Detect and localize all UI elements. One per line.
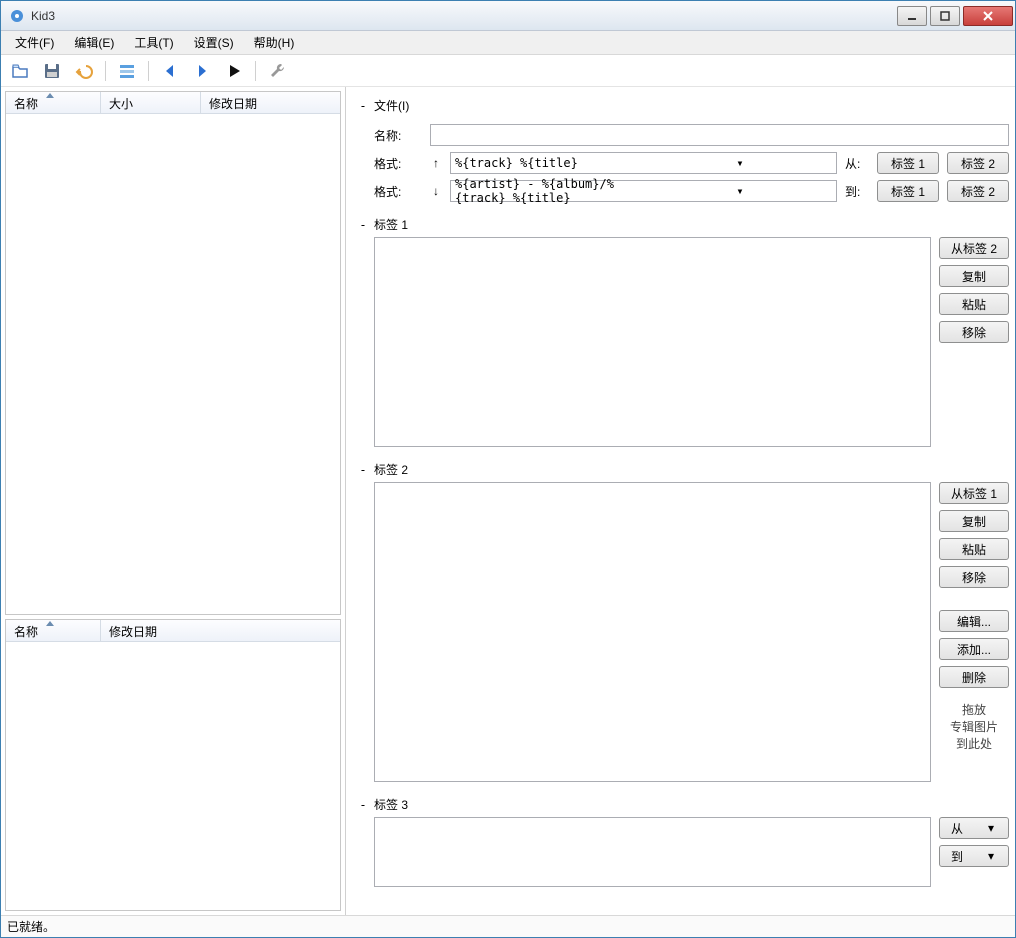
tag2-delete-button[interactable]: 删除 <box>939 666 1009 688</box>
menu-help[interactable]: 帮助(H) <box>244 31 305 54</box>
tag2-section-header[interactable]: -标签 2 <box>358 457 1009 482</box>
col-name[interactable]: 名称 <box>6 92 101 113</box>
menu-settings[interactable]: 设置(S) <box>184 31 244 54</box>
name-label: 名称: <box>374 127 422 144</box>
collapse-icon: - <box>358 218 368 232</box>
app-icon <box>9 8 25 24</box>
tag3-section: -标签 3 从▾ 到▾ <box>358 792 1009 887</box>
format-from-combo[interactable]: %{track} %{title}▾ <box>450 152 837 174</box>
menu-edit[interactable]: 编辑(E) <box>64 31 124 54</box>
menubar: 文件(F) 编辑(E) 工具(T) 设置(S) 帮助(H) <box>1 31 1015 55</box>
titlebar: Kid3 <box>1 1 1015 31</box>
toolbar <box>1 55 1015 87</box>
tag1-section-header[interactable]: -标签 1 <box>358 212 1009 237</box>
tag1-remove-button[interactable]: 移除 <box>939 321 1009 343</box>
col-name[interactable]: 名称 <box>6 620 101 641</box>
tag2-list[interactable] <box>374 482 931 782</box>
name-input[interactable] <box>430 124 1009 146</box>
close-button[interactable] <box>963 6 1013 26</box>
menu-tools[interactable]: 工具(T) <box>124 31 183 54</box>
tag1-list[interactable] <box>374 237 931 447</box>
window-title: Kid3 <box>31 9 894 23</box>
file-table: 名称 大小 修改日期 <box>5 91 341 615</box>
tag2-add-button[interactable]: 添加... <box>939 638 1009 660</box>
right-panel: -文件(I) 名称: 格式: ↑ %{track} %{title}▾ 从: 标… <box>346 87 1015 915</box>
col-date[interactable]: 修改日期 <box>101 620 340 641</box>
toolbar-separator <box>148 61 149 81</box>
list-icon[interactable] <box>114 58 140 84</box>
chevron-down-icon[interactable]: ▾ <box>643 156 836 170</box>
tag1-section: -标签 1 从标签 2 复制 粘贴 移除 <box>358 212 1009 447</box>
from-tag1-button[interactable]: 标签 1 <box>877 152 939 174</box>
app-window: Kid3 文件(F) 编辑(E) 工具(T) 设置(S) 帮助(H) 名称 <box>0 0 1016 938</box>
wrench-icon[interactable] <box>264 58 290 84</box>
section-title: 标签 1 <box>374 216 408 233</box>
tag2-from-tag1-button[interactable]: 从标签 1 <box>939 482 1009 504</box>
play-icon[interactable] <box>221 58 247 84</box>
down-arrow-icon: ↓ <box>430 184 442 198</box>
tag3-list[interactable] <box>374 817 931 887</box>
dir-table: 名称 修改日期 <box>5 619 341 911</box>
tag2-copy-button[interactable]: 复制 <box>939 510 1009 532</box>
dir-table-header: 名称 修改日期 <box>6 620 340 642</box>
statusbar: 已就绪。 <box>1 915 1015 937</box>
save-icon[interactable] <box>39 58 65 84</box>
tag2-remove-button[interactable]: 移除 <box>939 566 1009 588</box>
left-panel: 名称 大小 修改日期 名称 修改日期 <box>1 87 346 915</box>
toolbar-separator <box>255 61 256 81</box>
collapse-icon: - <box>358 798 368 812</box>
album-art-dropzone[interactable]: 拖放 专辑图片 到此处 <box>939 694 1009 760</box>
tag1-from-tag2-button[interactable]: 从标签 2 <box>939 237 1009 259</box>
chevron-down-icon[interactable]: ▾ <box>643 184 836 198</box>
minimize-button[interactable] <box>897 6 927 26</box>
up-arrow-icon: ↑ <box>430 156 442 170</box>
from-label: 从: <box>845 155 869 172</box>
dir-table-body[interactable] <box>6 642 340 910</box>
undo-icon[interactable] <box>71 58 97 84</box>
maximize-button[interactable] <box>930 6 960 26</box>
menu-file[interactable]: 文件(F) <box>5 31 64 54</box>
tag3-section-header[interactable]: -标签 3 <box>358 792 1009 817</box>
status-text: 已就绪。 <box>7 918 55 935</box>
tag2-section: -标签 2 从标签 1 复制 粘贴 移除 编辑... 添加... 删除 <box>358 457 1009 782</box>
file-table-body[interactable] <box>6 114 340 614</box>
to-tag1-button[interactable]: 标签 1 <box>877 180 939 202</box>
open-icon[interactable] <box>7 58 33 84</box>
format-to-label: 格式: <box>374 183 422 200</box>
collapse-icon: - <box>358 99 368 113</box>
file-section-header[interactable]: -文件(I) <box>358 93 1009 118</box>
file-section: -文件(I) 名称: 格式: ↑ %{track} %{title}▾ 从: 标… <box>358 93 1009 202</box>
section-title: 标签 2 <box>374 461 408 478</box>
format-from-label: 格式: <box>374 155 422 172</box>
tag3-from-dropdown[interactable]: 从▾ <box>939 817 1009 839</box>
to-label: 到: <box>845 183 869 200</box>
col-size[interactable]: 大小 <box>101 92 201 113</box>
prev-icon[interactable] <box>157 58 183 84</box>
col-date[interactable]: 修改日期 <box>201 92 340 113</box>
chevron-down-icon: ▾ <box>974 821 1008 835</box>
section-title: 文件(I) <box>374 97 409 114</box>
tag2-edit-button[interactable]: 编辑... <box>939 610 1009 632</box>
file-table-header: 名称 大小 修改日期 <box>6 92 340 114</box>
next-icon[interactable] <box>189 58 215 84</box>
window-buttons <box>894 6 1013 26</box>
chevron-down-icon: ▾ <box>974 849 1008 863</box>
to-tag2-button[interactable]: 标签 2 <box>947 180 1009 202</box>
main-content: 名称 大小 修改日期 名称 修改日期 -文件(I) 名称: <box>1 87 1015 915</box>
format-to-combo[interactable]: %{artist} - %{album}/%{track} %{title}▾ <box>450 180 837 202</box>
tag1-copy-button[interactable]: 复制 <box>939 265 1009 287</box>
right-scroll[interactable]: -文件(I) 名称: 格式: ↑ %{track} %{title}▾ 从: 标… <box>346 87 1015 915</box>
toolbar-separator <box>105 61 106 81</box>
collapse-icon: - <box>358 463 368 477</box>
tag3-to-dropdown[interactable]: 到▾ <box>939 845 1009 867</box>
from-tag2-button[interactable]: 标签 2 <box>947 152 1009 174</box>
section-title: 标签 3 <box>374 796 408 813</box>
tag1-paste-button[interactable]: 粘贴 <box>939 293 1009 315</box>
tag2-paste-button[interactable]: 粘贴 <box>939 538 1009 560</box>
